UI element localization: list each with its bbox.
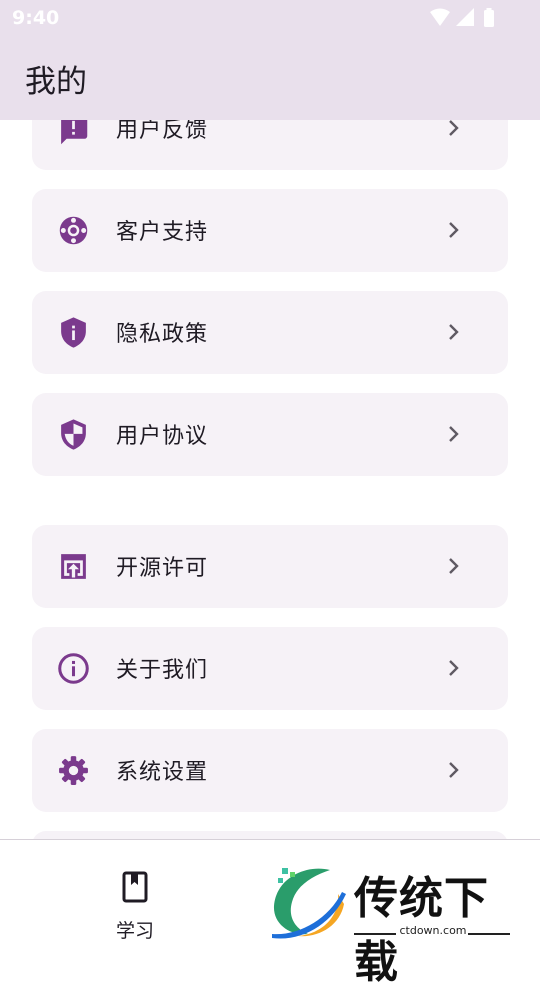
chevron-right-icon	[449, 324, 459, 340]
chevron-right-icon	[449, 660, 459, 676]
menu-list[interactable]: 用户反馈 客户支持 隐私政策 用户协议 开源许可 关于我们 系统设置	[0, 120, 540, 839]
chevron-right-icon	[449, 120, 459, 136]
menu-item-feedback[interactable]: 用户反馈	[32, 120, 508, 170]
menu-item-label: 客户支持	[116, 220, 209, 245]
menu-item-open-source-licenses[interactable]: 开源许可	[32, 525, 508, 608]
signal-icon	[456, 8, 474, 26]
menu-item-label: 开源许可	[116, 556, 209, 581]
menu-item-label: 用户协议	[116, 424, 209, 449]
gear-icon	[59, 756, 88, 785]
watermark-emblem-icon	[272, 868, 346, 939]
watermark-url: ctdown.com	[399, 924, 467, 937]
status-icons	[430, 8, 494, 27]
menu-item-about-us[interactable]: 关于我们	[32, 627, 508, 710]
battery-icon	[484, 10, 494, 27]
watermark-line-right	[468, 933, 510, 935]
nav-item-study[interactable]: 学习	[100, 864, 170, 944]
nav-item-label: 学习	[115, 920, 154, 942]
book-icon	[122, 871, 148, 903]
chevron-right-icon	[449, 426, 459, 442]
menu-item-support[interactable]: 客户支持	[32, 189, 508, 272]
chevron-right-icon	[449, 222, 459, 238]
open-in-new-icon	[61, 554, 86, 579]
info-icon	[58, 653, 89, 684]
menu-item-label: 关于我们	[116, 658, 209, 683]
chevron-right-icon	[449, 558, 459, 574]
feedback-icon	[61, 120, 88, 145]
wifi-icon	[430, 8, 450, 26]
lifebuoy-icon	[59, 216, 88, 245]
menu-item-system-settings[interactable]: 系统设置	[32, 729, 508, 812]
shield-info-icon	[61, 317, 86, 348]
shield-half-icon	[61, 419, 86, 450]
menu-item-partial[interactable]	[32, 831, 508, 839]
app-bar: 我的	[0, 36, 540, 120]
status-time: 9:40	[12, 7, 60, 29]
menu-item-label: 用户反馈	[116, 120, 209, 143]
watermark-logo: 传统下载 ctdown.com	[268, 860, 518, 988]
bottom-navigation: 学习 传统下载 ctdown.com	[0, 839, 540, 988]
menu-item-label: 系统设置	[116, 760, 209, 785]
menu-item-user-agreement[interactable]: 用户协议	[32, 393, 508, 476]
chevron-right-icon	[449, 762, 459, 778]
status-bar: 9:40	[0, 0, 540, 36]
menu-item-privacy-policy[interactable]: 隐私政策	[32, 291, 508, 374]
page-title: 我的	[25, 64, 87, 100]
menu-item-label: 隐私政策	[116, 322, 209, 347]
